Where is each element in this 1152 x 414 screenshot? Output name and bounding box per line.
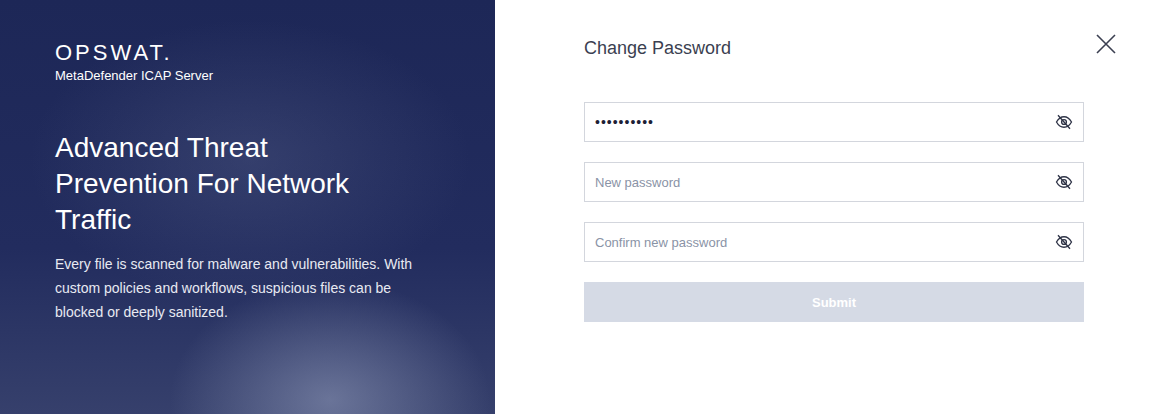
- password-form: Submit: [584, 102, 1084, 322]
- password-input[interactable]: [595, 165, 1047, 200]
- dialog-panel: Change Password Submit: [495, 0, 1152, 414]
- dialog-title: Change Password: [584, 33, 731, 61]
- product-name: MetaDefender ICAP Server: [55, 68, 455, 84]
- opswat-logo: OPSWAT.: [55, 40, 455, 66]
- submit-button[interactable]: Submit: [584, 282, 1084, 322]
- eye-slash-icon[interactable]: [1055, 173, 1073, 191]
- eye-slash-icon[interactable]: [1055, 113, 1073, 131]
- hero-panel: OPSWAT. MetaDefender ICAP Server Advanced …: [0, 0, 495, 414]
- password-field: [584, 222, 1084, 262]
- hero-description: Every file is scanned for malware and vu…: [55, 252, 440, 324]
- dialog-header: Change Password: [584, 33, 1117, 61]
- eye-slash-icon[interactable]: [1055, 233, 1073, 251]
- password-input[interactable]: [595, 104, 1047, 140]
- brand: OPSWAT. MetaDefender ICAP Server: [55, 40, 455, 84]
- close-icon[interactable]: [1095, 33, 1117, 55]
- password-field: [584, 102, 1084, 142]
- change-password-page: OPSWAT. MetaDefender ICAP Server Advanced …: [0, 0, 1152, 414]
- hero-title: Advanced Threat Prevention For Network T…: [55, 130, 375, 238]
- password-input[interactable]: [595, 225, 1047, 260]
- password-field: [584, 162, 1084, 202]
